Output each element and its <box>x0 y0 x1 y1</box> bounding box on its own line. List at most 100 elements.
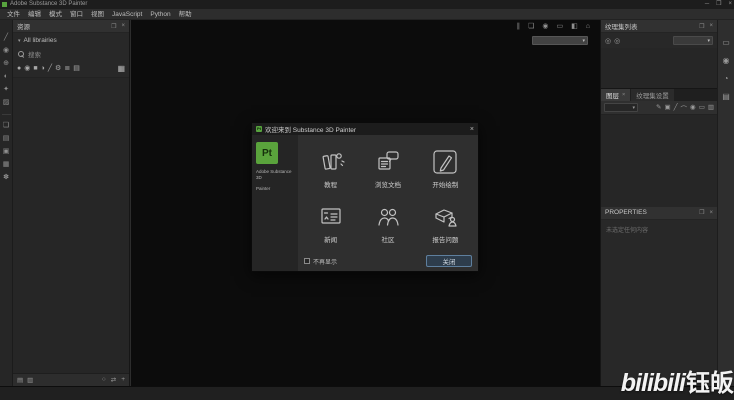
eraser-tool-icon[interactable]: ◉ <box>3 47 9 55</box>
dialog-close-icon[interactable]: × <box>470 126 474 133</box>
export-resources-icon[interactable]: ▥ <box>27 376 33 384</box>
menu-edit[interactable]: 编辑 <box>24 9 45 20</box>
menu-file[interactable]: 文件 <box>3 9 24 20</box>
library-dropdown-label: All librairies <box>24 37 57 44</box>
chevron-down-icon: ▾ <box>632 105 635 111</box>
pause-engine-icon[interactable]: ∥ <box>517 22 521 30</box>
delete-layer-icon[interactable]: ▥ <box>708 103 714 113</box>
properties-panel-title: PROPERTIES <box>605 209 694 216</box>
popout-icon[interactable]: ❐ <box>699 23 704 30</box>
menu-help[interactable]: 帮助 <box>175 9 196 20</box>
camera-dropdown[interactable]: ▾ <box>532 36 588 45</box>
right-panel-column: 纹理集列表 ❐ × ◎ ◎ ▾ 图层 × 纹理集设置 ▾ ✎ <box>600 20 717 386</box>
log-dock-icon[interactable]: ▤ <box>722 92 730 101</box>
filter-materials-icon[interactable]: ● <box>17 64 21 73</box>
effects-icon[interactable]: ✽ <box>3 174 9 182</box>
dont-show-again-checkbox[interactable]: 不再显示 <box>304 257 337 266</box>
filter-smart-masks-icon[interactable]: ■ <box>33 64 37 73</box>
menu-javascript[interactable]: JavaScript <box>108 9 146 20</box>
tile-label: 教程 <box>324 179 337 189</box>
frame-selection-icon[interactable]: ❏ <box>528 22 534 30</box>
symmetry-icon[interactable]: ▤ <box>3 135 10 143</box>
texture-set-list-title: 纹理集列表 <box>605 21 694 31</box>
polygon-fill-tool-icon[interactable]: ◐ <box>4 73 8 81</box>
filter-textures-icon[interactable]: ≣ <box>64 64 70 73</box>
import-resources-icon[interactable]: ▤ <box>17 376 23 384</box>
watermark-name: 钰皈 <box>686 370 734 397</box>
blend-mode-dropdown[interactable]: ▾ <box>604 103 638 112</box>
projection-tool-icon[interactable]: ⊕ <box>3 60 9 68</box>
close-icon[interactable]: × <box>622 92 625 98</box>
close-icon[interactable]: × <box>709 210 713 216</box>
checkbox-label: 不再显示 <box>313 257 337 266</box>
report-bug-tile[interactable]: 报告问题 <box>417 196 474 251</box>
tab-texture-set-settings[interactable]: 纹理集设置 <box>631 89 674 101</box>
menu-view[interactable]: 视图 <box>87 9 108 20</box>
layers-toolbar: ▾ ✎ ▣ ╱ ⌒ ◉ ▭ ▥ <box>601 101 717 115</box>
add-smart-material-icon[interactable]: ◉ <box>690 103 696 113</box>
add-effect-icon[interactable]: ╱ <box>674 103 678 113</box>
texture-set-filter-dropdown[interactable]: ▾ <box>673 36 713 45</box>
lazy-mouse-icon[interactable]: ▣ <box>3 148 10 156</box>
menu-window[interactable]: 窗口 <box>66 9 87 20</box>
dialog-title: 欢迎来到 Substance 3D Painter <box>265 124 467 134</box>
filter-smart-materials-icon[interactable]: ◉ <box>24 64 30 73</box>
display-settings-icon[interactable]: ▭ <box>557 22 564 30</box>
paint-tool-icon[interactable]: ╱ <box>4 34 8 42</box>
community-tile[interactable]: 社区 <box>359 196 416 251</box>
dialog-close-button[interactable]: 关闭 <box>426 255 472 267</box>
tab-layers[interactable]: 图层 × <box>601 89 630 101</box>
clone-tool-icon[interactable]: ▨ <box>3 99 10 107</box>
close-button[interactable]: × <box>728 0 732 9</box>
grid-snap-icon[interactable]: ▦ <box>3 161 10 169</box>
library-dropdown[interactable]: ▾ All librairies <box>13 33 129 46</box>
tutorials-tile[interactable]: 教程 <box>302 141 359 196</box>
history-dock-icon[interactable]: ◔ <box>724 74 729 83</box>
welcome-grid: 教程 浏览文档 <box>298 135 478 251</box>
display-settings-dock-icon[interactable]: ▭ <box>722 38 730 47</box>
close-icon[interactable]: × <box>709 23 713 29</box>
news-tile[interactable]: 新闻 <box>302 196 359 251</box>
split-view-icon[interactable]: ◧ <box>571 22 578 30</box>
filter-envs-icon[interactable]: ▤ <box>73 64 80 73</box>
tutorials-icon <box>315 149 347 175</box>
minimize-button[interactable]: ─ <box>705 0 709 9</box>
close-icon[interactable]: × <box>121 23 125 29</box>
documentation-icon <box>372 149 404 175</box>
thumbnail-size-icon[interactable]: ▦ <box>117 64 125 73</box>
filter-alphas-icon[interactable]: ⚙ <box>55 64 61 73</box>
menu-bar: 文件 编辑 模式 窗口 视图 JavaScript Python 帮助 <box>0 9 734 20</box>
menu-mode[interactable]: 模式 <box>45 9 66 20</box>
refresh-icon[interactable]: ○ <box>102 376 106 384</box>
sync-icon[interactable]: ⇄ <box>111 376 116 384</box>
material-view-icon[interactable]: ◉ <box>542 22 548 30</box>
start-painting-tile[interactable]: 开始绘制 <box>417 141 474 196</box>
filter-filters-icon[interactable]: ◑ <box>41 64 45 73</box>
popout-icon[interactable]: ❐ <box>111 23 116 30</box>
environment-icon[interactable]: ⌂ <box>586 23 590 30</box>
bilibili-watermark: bilibili钰皈 <box>621 363 734 398</box>
unlink-icon[interactable]: ◎ <box>614 37 620 45</box>
popout-icon[interactable]: ❐ <box>699 209 704 216</box>
app-logo-icon <box>2 2 7 7</box>
add-resource-icon[interactable]: + <box>121 376 125 384</box>
search-placeholder: 搜索 <box>28 49 41 59</box>
filter-brushes-icon[interactable]: ╱ <box>48 64 52 73</box>
asset-search-input[interactable]: 搜索 <box>13 46 129 62</box>
quick-mask-icon[interactable]: ❏ <box>3 122 9 130</box>
checkbox-icon <box>304 258 310 264</box>
link-icon[interactable]: ◎ <box>605 37 611 45</box>
tile-label: 开始绘制 <box>432 179 458 189</box>
welcome-dialog: Pt 欢迎来到 Substance 3D Painter × Pt Adobe … <box>251 122 479 272</box>
dialog-title-bar: Pt 欢迎来到 Substance 3D Painter × <box>252 123 478 135</box>
documentation-tile[interactable]: 浏览文档 <box>359 141 416 196</box>
add-fill-layer-icon[interactable]: ▣ <box>664 103 670 113</box>
add-mask-icon[interactable]: ⌒ <box>681 103 688 113</box>
maximize-button[interactable]: ❒ <box>716 0 721 9</box>
smudge-tool-icon[interactable]: ✦ <box>3 86 9 94</box>
assets-panel: 资源 ❐ × ▾ All librairies 搜索 ● ◉ ■ ◑ ╱ ⚙ ≣… <box>13 20 130 386</box>
shader-settings-dock-icon[interactable]: ◉ <box>723 56 730 65</box>
add-paint-layer-icon[interactable]: ✎ <box>656 103 661 113</box>
menu-python[interactable]: Python <box>146 9 174 20</box>
add-folder-icon[interactable]: ▭ <box>699 103 705 113</box>
